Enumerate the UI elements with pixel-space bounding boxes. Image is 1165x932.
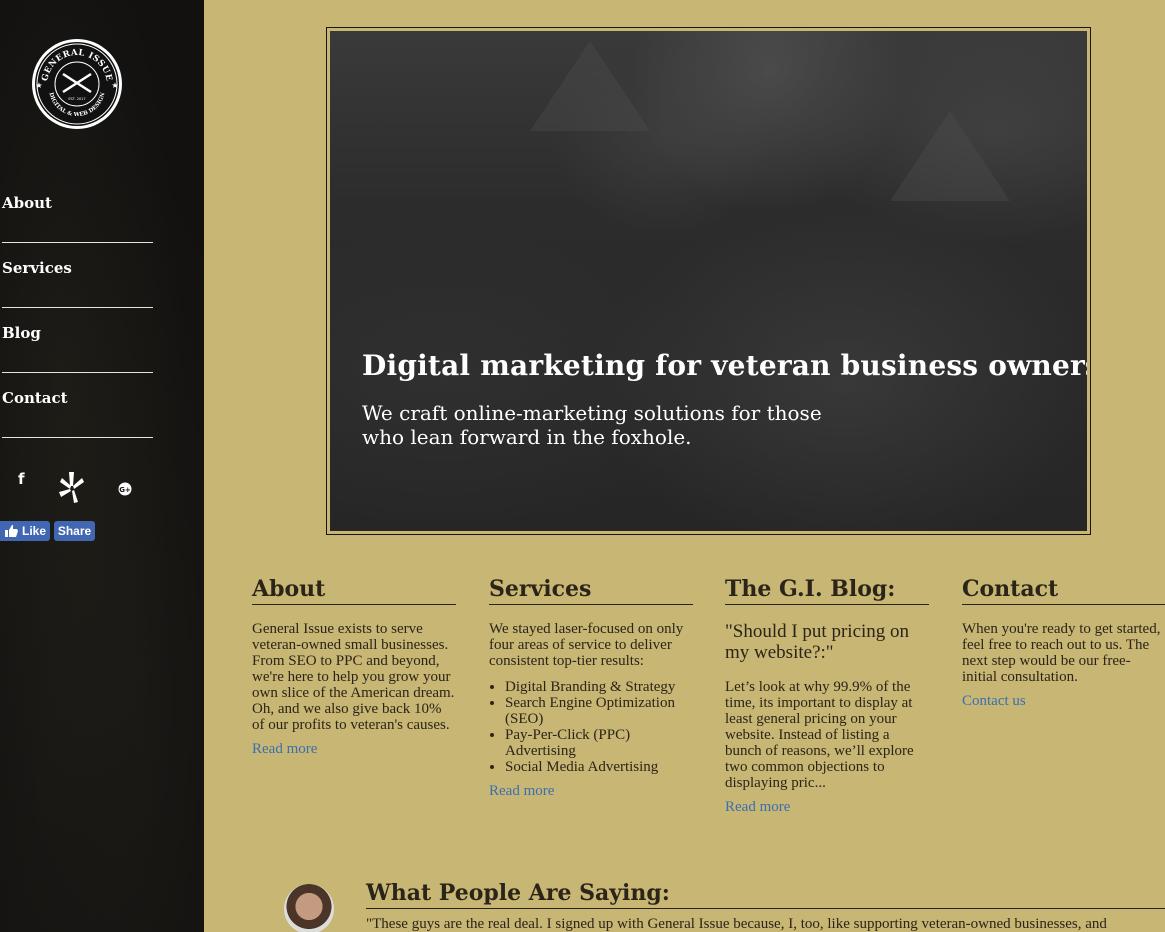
blog-section: The G.I. Blog: "Should I put pricing on … bbox=[725, 576, 929, 816]
facebook-share-button[interactable]: Share bbox=[54, 521, 95, 541]
facebook-like-label: Like bbox=[22, 524, 47, 538]
hero-banner: Digital marketing for veteran business o… bbox=[326, 27, 1091, 535]
hero-subline: We craft online-marketing solutions for … bbox=[362, 401, 882, 449]
about-text: General Issue exists to serve veteran-ow… bbox=[252, 621, 455, 733]
social-links: f G+ bbox=[10, 466, 150, 506]
contact-us-link[interactable]: Contact us bbox=[962, 693, 1165, 710]
blog-excerpt: Let’s look at why 99.9% of the time, its… bbox=[725, 679, 914, 791]
list-item: Search Engine Optimization (SEO) bbox=[505, 695, 693, 727]
services-section: Services We stayed laser-focused on only… bbox=[489, 576, 693, 800]
services-text: We stayed laser-focused on only four are… bbox=[489, 621, 684, 669]
about-section: About General Issue exists to serve vete… bbox=[252, 576, 456, 758]
general-issue-logo[interactable]: GENERAL ISSUE DIGITAL & WEB DESIGN EST. … bbox=[28, 38, 126, 130]
contact-text: When you're ready to get started, feel f… bbox=[962, 621, 1161, 685]
testimonial-quote: "These guys are the real deal. I signed … bbox=[366, 916, 1107, 932]
contact-section: Contact When you're ready to get started… bbox=[962, 576, 1165, 710]
services-heading: Services bbox=[489, 576, 693, 605]
nav-item-contact[interactable]: Contact bbox=[2, 373, 153, 438]
hero-subline-2: who lean forward in the foxhole. bbox=[362, 425, 692, 449]
services-read-more-link[interactable]: Read more bbox=[489, 783, 693, 800]
list-item: Social Media Advertising bbox=[505, 759, 693, 775]
contact-heading: Contact bbox=[962, 576, 1165, 605]
testimonials-heading: What People Are Saying: bbox=[366, 880, 1165, 909]
svg-text:★: ★ bbox=[35, 81, 42, 90]
main-nav: About Services Blog Contact bbox=[2, 178, 153, 438]
about-read-more-link[interactable]: Read more bbox=[252, 741, 456, 758]
facebook-icon[interactable]: f bbox=[18, 470, 25, 488]
svg-text:★: ★ bbox=[111, 81, 118, 90]
thumbs-up-icon bbox=[5, 525, 18, 537]
yelp-icon[interactable] bbox=[58, 470, 86, 509]
svg-text:G+: G+ bbox=[119, 486, 131, 494]
list-item: Pay-Per-Click (PPC) Advertising bbox=[505, 727, 693, 759]
nav-item-blog[interactable]: Blog bbox=[2, 308, 153, 373]
hero-image: Digital marketing for veteran business o… bbox=[330, 31, 1087, 531]
sidebar: GENERAL ISSUE DIGITAL & WEB DESIGN EST. … bbox=[0, 0, 204, 932]
nav-item-about[interactable]: About bbox=[2, 178, 153, 243]
testimonial-avatar bbox=[284, 884, 334, 932]
blog-heading: The G.I. Blog: bbox=[725, 576, 929, 605]
hero-subline-1: We craft online-marketing solutions for … bbox=[362, 401, 822, 425]
nav-item-services[interactable]: Services bbox=[2, 243, 153, 308]
svg-text:EST. 2017: EST. 2017 bbox=[68, 97, 85, 101]
list-item: Digital Branding & Strategy bbox=[505, 679, 693, 695]
hero-headline: Digital marketing for veteran business o… bbox=[362, 349, 1087, 382]
google-plus-icon[interactable]: G+ bbox=[118, 482, 132, 501]
facebook-like-button[interactable]: Like bbox=[0, 521, 50, 541]
blog-post-title[interactable]: "Should I put pricing on my website?:" bbox=[725, 621, 929, 663]
about-heading: About bbox=[252, 576, 456, 605]
blog-read-more-link[interactable]: Read more bbox=[725, 799, 929, 816]
services-list: Digital Branding & Strategy Search Engin… bbox=[505, 679, 693, 775]
